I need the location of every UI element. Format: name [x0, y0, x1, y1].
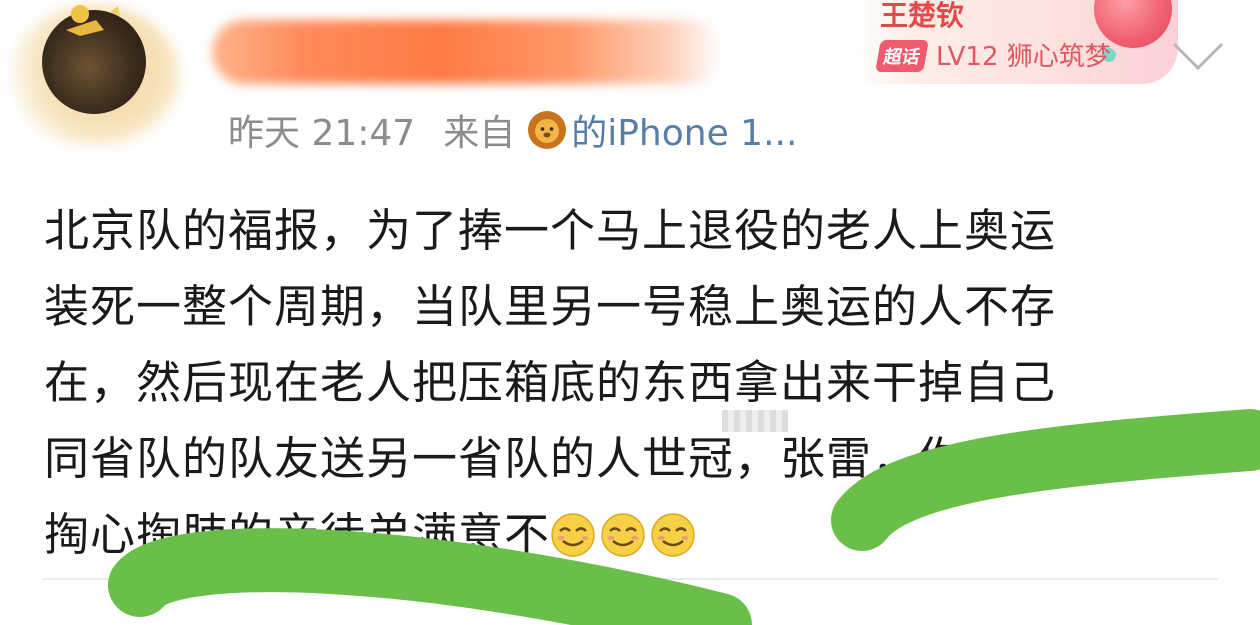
chevron-down-icon[interactable]	[1170, 38, 1226, 74]
smirk-emoji-icon	[551, 513, 595, 557]
content-line: 掏心掏肺的亲徒弟满意不	[44, 508, 551, 561]
badge-level: LV12 狮心筑梦	[936, 42, 1111, 72]
content-line: 北京队的福报，为了捧一个马上退役的老人上奥运	[44, 204, 1057, 257]
post-time: 昨天 21:47	[228, 113, 416, 154]
username-redaction[interactable]	[212, 20, 722, 84]
avatar[interactable]	[0, 0, 200, 170]
post-source-label: 来自	[443, 113, 516, 154]
badge-topic-name: 王楚钦	[880, 0, 965, 32]
content-line: 装死一整个周期，当队里另一号稳上奥运的人不存	[44, 280, 1057, 333]
little-prince-icon	[66, 5, 120, 36]
badge-tag: 超话	[875, 40, 929, 72]
super-topic-badge[interactable]: 王楚钦 超话 LV12 狮心筑梦	[858, 0, 1178, 84]
smirk-emoji-icon	[651, 513, 695, 557]
content-line: 在，然后现在老人把压箱底的东西拿出来干掉自己	[44, 356, 1057, 409]
content-line: 同省队的队友送另一省队的人世冠，张雷，你对你	[44, 432, 1057, 485]
content-line-last: 掏心掏肺的亲徒弟满意不	[44, 497, 1224, 573]
blurred-text-patch	[722, 410, 788, 432]
post-meta: 昨天 21:47 来自 的iPhone 1...	[228, 105, 797, 155]
smirk-emoji-icon	[601, 513, 645, 557]
post-content: 北京队的福报，为了捧一个马上退役的老人上奥运 装死一整个周期，当队里另一号稳上奥…	[44, 193, 1224, 573]
divider	[42, 578, 1218, 580]
post-device-link[interactable]: 的iPhone 1...	[571, 104, 797, 156]
lion-icon	[528, 111, 567, 149]
